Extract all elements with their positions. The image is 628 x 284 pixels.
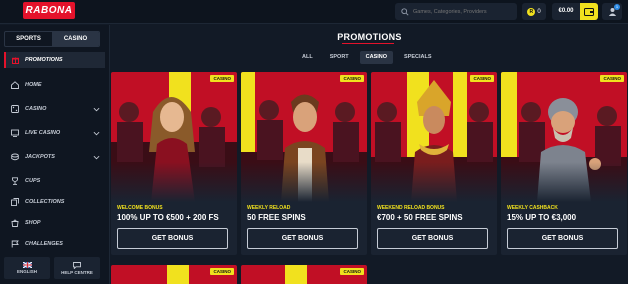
collections-icon (11, 198, 19, 206)
tab-sport[interactable]: SPORT (324, 51, 355, 64)
coin-icon: R (527, 7, 536, 16)
promo-category: WEEKLY CASHBACK (507, 205, 558, 211)
help-centre-label: HELP CENTRE (61, 269, 93, 275)
promo-offer: €700 + 50 FREE SPINS (377, 213, 463, 222)
sidebar-item-cups[interactable]: CUPS (4, 174, 100, 188)
shop-icon (11, 219, 19, 227)
sidebar: SPORTS CASINO PROMOTIONS HOME CASINO LIV… (0, 25, 110, 284)
promo-card-weekly-cashback[interactable]: CASINO WEEKLY CASHBACK 15% UP TO €3,000 … (501, 72, 627, 255)
rabona-logo[interactable]: RABONA (23, 2, 75, 19)
casino-tag: CASINO (210, 75, 234, 82)
coins-value: 0 (537, 8, 541, 15)
promo-card-welcome[interactable]: CASINO WELCOME BONUS 100% UP TO €500 + 2… (111, 72, 237, 255)
casino-tag: CASINO (470, 75, 494, 82)
chevron-down-icon[interactable] (93, 130, 100, 137)
sidebar-item-casino[interactable]: CASINO (4, 102, 100, 116)
promo-category: WELCOME BONUS (117, 205, 163, 211)
live-casino-icon (11, 129, 19, 137)
sidebar-item-label: SHOP (25, 220, 41, 226)
title-underline (342, 43, 394, 44)
chat-icon (73, 261, 81, 269)
deposit-button[interactable] (580, 3, 598, 20)
notification-badge: 1 (614, 4, 620, 10)
promo-category: WEEKEND RELOAD BONUS (377, 205, 445, 211)
promotion-filter-tabs: ALL SPORT CASINO SPECIALS (296, 51, 438, 64)
sidebar-item-promotions[interactable]: PROMOTIONS (4, 52, 105, 68)
tab-specials[interactable]: SPECIALS (398, 51, 438, 64)
casino-tag: CASINO (210, 268, 234, 275)
balance-display[interactable]: €0.00 (552, 3, 580, 20)
chevron-down-icon[interactable] (93, 106, 100, 113)
language-button[interactable]: ENGLISH (4, 257, 50, 279)
promo-offer: 50 FREE SPINS (247, 213, 306, 222)
page-title: PROMOTIONS (337, 32, 402, 42)
get-bonus-button[interactable]: GET BONUS (507, 228, 618, 249)
language-label: ENGLISH (16, 269, 37, 274)
casino-tag: CASINO (600, 75, 624, 82)
get-bonus-button[interactable]: GET BONUS (117, 228, 228, 249)
sidebar-item-label: CUPS (25, 178, 41, 184)
challenges-icon (11, 240, 19, 248)
image-fade (241, 162, 367, 202)
sidebar-item-shop[interactable]: SHOP (4, 216, 100, 230)
casino-tab[interactable]: CASINO (52, 32, 99, 46)
help-centre-button[interactable]: HELP CENTRE (54, 257, 100, 279)
promo-offer: 100% UP TO €500 + 200 FS (117, 213, 219, 222)
jackpots-icon (11, 153, 19, 161)
sidebar-item-home[interactable]: HOME (4, 78, 100, 92)
promo-category: WEEKLY RELOAD (247, 205, 291, 211)
image-fade (501, 162, 627, 202)
sidebar-item-label: JACKPOTS (25, 154, 55, 160)
sidebar-item-label: LIVE CASINO (25, 130, 61, 136)
account-button[interactable]: 1 (602, 3, 622, 20)
casino-tag: CASINO (340, 75, 364, 82)
image-fade (371, 162, 497, 202)
main-content: PROMOTIONS ALL SPORT CASINO SPECIALS CAS… (111, 25, 628, 284)
promo-card-weekend-reload[interactable]: CASINO WEEKEND RELOAD BONUS €700 + 50 FR… (371, 72, 497, 255)
sidebar-item-label: CASINO (25, 106, 47, 112)
promo-card-next-2[interactable]: CASINO (241, 265, 367, 284)
top-bar: RABONA R 0 €0.00 1 (0, 0, 628, 24)
sports-tab[interactable]: SPORTS (5, 32, 52, 46)
cup-icon (12, 177, 18, 185)
tab-all[interactable]: ALL (296, 51, 319, 64)
coins-button[interactable]: R 0 (522, 3, 546, 20)
tab-casino[interactable]: CASINO (359, 51, 394, 64)
product-switch: SPORTS CASINO (4, 31, 100, 47)
sidebar-item-label: HOME (25, 82, 42, 88)
sidebar-item-label: COLLECTIONS (25, 199, 65, 205)
sidebar-item-label: CHALLENGES (25, 241, 63, 247)
image-fade (111, 162, 237, 202)
sidebar-item-jackpots[interactable]: JACKPOTS (4, 150, 100, 164)
promotions-icon (12, 57, 19, 64)
search-icon (401, 7, 409, 16)
search-input[interactable] (413, 8, 513, 15)
search-box[interactable] (395, 3, 517, 20)
casino-tag: CASINO (340, 268, 364, 275)
wallet-icon (584, 8, 594, 16)
chevron-down-icon[interactable] (93, 154, 100, 161)
sidebar-item-live-casino[interactable]: LIVE CASINO (4, 126, 100, 140)
home-icon (11, 81, 19, 89)
sidebar-item-label: PROMOTIONS (25, 57, 63, 63)
promo-card-weekly-reload[interactable]: CASINO WEEKLY RELOAD 50 FREE SPINS GET B… (241, 72, 367, 255)
get-bonus-button[interactable]: GET BONUS (247, 228, 358, 249)
casino-icon (11, 105, 19, 113)
promo-offer: 15% UP TO €3,000 (507, 213, 577, 222)
uk-flag-icon (22, 262, 32, 268)
promo-card-next-1[interactable]: CASINO (111, 265, 237, 284)
sidebar-item-collections[interactable]: COLLECTIONS (4, 195, 100, 209)
get-bonus-button[interactable]: GET BONUS (377, 228, 488, 249)
sidebar-item-challenges[interactable]: CHALLENGES (4, 237, 100, 251)
